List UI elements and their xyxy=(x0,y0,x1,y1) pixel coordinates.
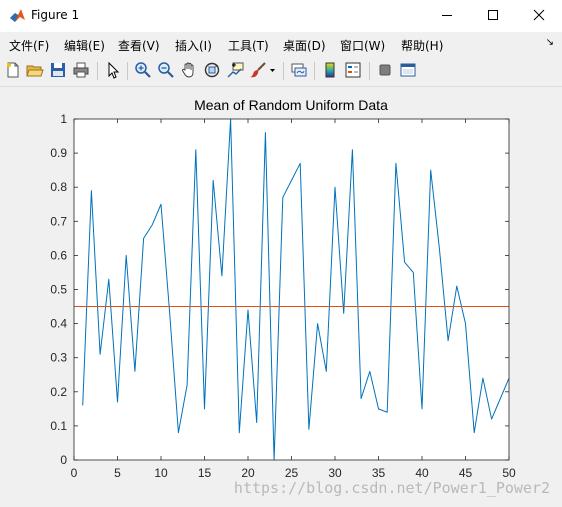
toolbar-separator xyxy=(369,62,370,80)
hide-plot-tools-icon[interactable] xyxy=(376,61,394,79)
print-figure-icon[interactable] xyxy=(72,61,90,79)
menu-edit[interactable]: 编辑(E) xyxy=(64,37,105,54)
x-tick-label: 20 xyxy=(241,466,255,480)
figure-canvas[interactable]: Mean of Random Uniform Data 0 5 10 15 20 25 30… xyxy=(0,87,562,507)
data-cursor-icon[interactable] xyxy=(226,61,244,79)
minimize-button[interactable] xyxy=(424,0,470,32)
x-tick-label: 45 xyxy=(459,466,473,480)
toolbar-separator xyxy=(314,62,315,80)
y-tick-label: 0.5 xyxy=(50,283,67,297)
x-tick-label: 25 xyxy=(285,466,299,480)
menu-view[interactable]: 查看(V) xyxy=(118,37,160,54)
menu-desktop[interactable]: 桌面(D) xyxy=(283,37,326,54)
insert-legend-icon[interactable] xyxy=(344,61,362,79)
menu-window[interactable]: 窗口(W) xyxy=(340,37,385,54)
window-titlebar: Figure 1 xyxy=(0,0,562,32)
plot-svg: Mean of Random Uniform Data 0 5 10 15 20 25 30… xyxy=(50,97,516,480)
minimize-icon xyxy=(441,9,453,24)
y-tick-label: 1 xyxy=(60,112,67,126)
brush-dropdown-icon[interactable] xyxy=(268,61,277,79)
pan-hand-icon[interactable] xyxy=(180,61,198,79)
toolbar-separator xyxy=(283,62,284,80)
figure-toolbar xyxy=(0,56,562,87)
x-tick-label: 30 xyxy=(328,466,342,480)
watermark-text: https://blog.csdn.net/Power1_Power2 xyxy=(233,479,550,497)
zoom-in-icon[interactable] xyxy=(134,61,152,79)
menu-insert[interactable]: 插入(I) xyxy=(175,37,212,54)
y-tick-label: 0.1 xyxy=(50,419,67,433)
y-tick-label: 0.3 xyxy=(50,351,67,365)
toolbar-separator xyxy=(97,62,98,80)
new-figure-icon[interactable] xyxy=(4,61,22,79)
maximize-icon xyxy=(487,9,499,24)
menu-file[interactable]: 文件(F) xyxy=(9,37,49,54)
window-title: Figure 1 xyxy=(31,8,80,22)
open-file-icon[interactable] xyxy=(26,61,44,79)
edit-plot-arrow-icon[interactable] xyxy=(104,61,122,79)
x-tick-label: 40 xyxy=(415,466,429,480)
x-tick-label: 0 xyxy=(71,466,78,480)
menu-overflow-arrow-icon[interactable]: ↘ xyxy=(546,37,554,48)
show-plot-tools-icon[interactable] xyxy=(399,61,417,79)
y-tick-label: 0.6 xyxy=(50,248,67,262)
zoom-out-icon[interactable] xyxy=(157,61,175,79)
menu-bar: 文件(F) 编辑(E) 查看(V) 插入(I) 工具(T) 桌面(D) 窗口(W… xyxy=(0,32,562,56)
save-figure-icon[interactable] xyxy=(49,61,67,79)
y-tick-label: 0.8 xyxy=(50,180,67,194)
insert-colorbar-icon[interactable] xyxy=(321,61,339,79)
link-plot-icon[interactable] xyxy=(290,61,308,79)
x-tick-label: 5 xyxy=(114,466,121,480)
y-tick-label: 0.7 xyxy=(50,214,67,228)
y-tick-label: 0.2 xyxy=(50,385,67,399)
close-button[interactable] xyxy=(516,0,562,32)
brush-icon[interactable] xyxy=(249,61,267,79)
x-tick-label: 15 xyxy=(198,466,212,480)
y-tick-label: 0.4 xyxy=(50,317,67,331)
y-tick-label: 0 xyxy=(60,453,67,467)
rotate-3d-icon[interactable] xyxy=(203,61,221,79)
close-icon xyxy=(533,9,545,24)
menu-tools[interactable]: 工具(T) xyxy=(228,37,269,54)
chart-title: Mean of Random Uniform Data xyxy=(194,97,388,113)
maximize-button[interactable] xyxy=(470,0,516,32)
menu-help[interactable]: 帮助(H) xyxy=(401,37,443,54)
x-tick-label: 10 xyxy=(154,466,168,480)
y-tick-label: 0.9 xyxy=(50,146,67,160)
matlab-logo-icon xyxy=(9,7,26,24)
x-tick-label: 50 xyxy=(502,466,516,480)
toolbar-separator xyxy=(127,62,128,80)
x-tick-label: 35 xyxy=(372,466,386,480)
